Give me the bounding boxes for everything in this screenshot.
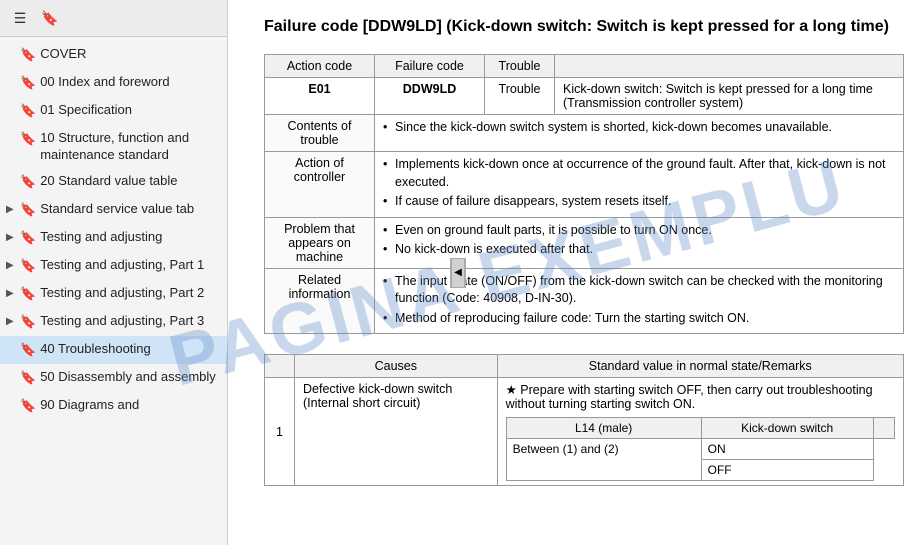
bookmark-icon-6: 🔖 <box>20 229 36 247</box>
bullet-item: If cause of failure disappears, system r… <box>383 193 895 211</box>
info-row-label-3: Related information <box>265 268 375 334</box>
page-title: Failure code [DDW9LD] (Kick-down switch:… <box>264 16 904 38</box>
bullet-item: No kick-down is executed after that. <box>383 241 895 259</box>
bookmark-icon-12: 🔖 <box>20 397 36 415</box>
sidebar-item-label-10: 40 Troubleshooting <box>40 341 219 358</box>
expand-arrow-4 <box>6 173 16 175</box>
trouble-label: Trouble <box>485 78 555 115</box>
cause-text-0: Defective kick-down switch (Internal sho… <box>295 378 498 486</box>
col-header-failure-code: Failure code <box>375 55 485 78</box>
sidebar-item-7[interactable]: ▶ 🔖Testing and adjusting, Part 1 <box>0 252 227 280</box>
prepare-note: ★ Prepare with starting switch OFF, then… <box>506 382 895 411</box>
info-row-label-0: Contents of trouble <box>265 115 375 152</box>
bookmark-icon-1: 🔖 <box>20 74 36 92</box>
sidebar-toolbar: ☰ 🔖 <box>0 0 227 37</box>
sidebar-item-10[interactable]: 🔖40 Troubleshooting <box>0 336 227 364</box>
sidebar-item-label-8: Testing and adjusting, Part 2 <box>40 285 219 302</box>
expand-arrow-8: ▶ <box>6 285 16 300</box>
sidebar-item-9[interactable]: ▶ 🔖Testing and adjusting, Part 3 <box>0 308 227 336</box>
sidebar-item-2[interactable]: 🔖01 Specification <box>0 97 227 125</box>
col-header-desc <box>555 55 904 78</box>
sidebar: ☰ 🔖 🔖COVER 🔖00 Index and foreword 🔖01 Sp… <box>0 0 228 545</box>
expand-arrow-1 <box>6 74 16 76</box>
info-row-desc-0: Since the kick-down switch system is sho… <box>375 115 904 152</box>
bullet-item: Even on ground fault parts, it is possib… <box>383 222 895 240</box>
bookmark-icon-11: 🔖 <box>20 369 36 387</box>
expand-arrow-0 <box>6 46 16 48</box>
inner-table-header: L14 (male) <box>506 418 701 439</box>
bookmark-icon-2: 🔖 <box>20 102 36 120</box>
bookmark-icon-10: 🔖 <box>20 341 36 359</box>
sidebar-item-label-11: 50 Disassembly and assembly <box>40 369 219 386</box>
expand-arrow-6: ▶ <box>6 229 16 244</box>
bookmark-icon-3: 🔖 <box>20 130 36 148</box>
sidebar-item-4[interactable]: 🔖20 Standard value table <box>0 168 227 196</box>
sidebar-item-label-4: 20 Standard value table <box>40 173 219 190</box>
cause-details-0: ★ Prepare with starting switch OFF, then… <box>497 378 903 486</box>
expand-arrow-3 <box>6 130 16 132</box>
causes-num-header <box>265 355 295 378</box>
failure-code-value: DDW9LD <box>375 78 485 115</box>
causes-table: Causes Standard value in normal state/Re… <box>264 354 904 486</box>
standard-value-header: Standard value in normal state/Remarks <box>497 355 903 378</box>
sidebar-item-label-2: 01 Specification <box>40 102 219 119</box>
bullet-item: Method of reproducing failure code: Turn… <box>383 310 895 328</box>
bookmark-icon-9: 🔖 <box>20 313 36 331</box>
bookmark-icon-8: 🔖 <box>20 285 36 303</box>
sidebar-item-label-7: Testing and adjusting, Part 1 <box>40 257 219 274</box>
expand-arrow-10 <box>6 341 16 343</box>
expand-arrow-11 <box>6 369 16 371</box>
main-content: Failure code [DDW9LD] (Kick-down switch:… <box>244 0 924 545</box>
expand-arrow-12 <box>6 397 16 399</box>
sidebar-item-label-9: Testing and adjusting, Part 3 <box>40 313 219 330</box>
sidebar-item-label-12: 90 Diagrams and <box>40 397 219 414</box>
bookmark-icon-5: 🔖 <box>20 201 36 219</box>
sidebar-item-label-0: COVER <box>40 46 219 63</box>
info-row-desc-1: Implements kick-down once at occurrence … <box>375 152 904 218</box>
causes-header: Causes <box>295 355 498 378</box>
sidebar-item-5[interactable]: ▶ 🔖Standard service value tab <box>0 196 227 224</box>
bookmark-icon-0: 🔖 <box>20 46 36 64</box>
sidebar-list: 🔖COVER 🔖00 Index and foreword 🔖01 Specif… <box>0 37 227 545</box>
info-row-label-2: Problem that appears on machine <box>265 217 375 268</box>
sidebar-item-12[interactable]: 🔖90 Diagrams and <box>0 392 227 420</box>
action-code-value: E01 <box>265 78 375 115</box>
expand-arrow-2 <box>6 102 16 104</box>
bullet-item: Since the kick-down switch system is sho… <box>383 119 895 137</box>
inner-table-header: Kick-down switch <box>701 418 873 439</box>
sidebar-item-3[interactable]: 🔖10 Structure, function and maintenance … <box>0 125 227 169</box>
bookmark-icon-4: 🔖 <box>20 173 36 191</box>
sidebar-item-label-5: Standard service value tab <box>40 201 219 218</box>
expand-arrow-9: ▶ <box>6 313 16 328</box>
bullet-item: Implements kick-down once at occurrence … <box>383 156 895 191</box>
menu-icon[interactable]: ☰ <box>8 6 32 30</box>
sidebar-collapse-button[interactable]: ◀ <box>451 258 465 288</box>
inner-table-header <box>873 418 894 439</box>
expand-arrow-5: ▶ <box>6 201 16 216</box>
sidebar-item-0[interactable]: 🔖COVER <box>0 41 227 69</box>
sidebar-item-1[interactable]: 🔖00 Index and foreword <box>0 69 227 97</box>
sidebar-item-11[interactable]: 🔖50 Disassembly and assembly <box>0 364 227 392</box>
expand-arrow-7: ▶ <box>6 257 16 272</box>
on-value: ON <box>701 439 873 460</box>
condition-cell: Between (1) and (2) <box>506 439 701 481</box>
sidebar-item-8[interactable]: ▶ 🔖Testing and adjusting, Part 2 <box>0 280 227 308</box>
col-header-action-code: Action code <box>265 55 375 78</box>
sidebar-item-label-3: 10 Structure, function and maintenance s… <box>40 130 219 164</box>
sidebar-item-label-1: 00 Index and foreword <box>40 74 219 91</box>
info-table: Action code Failure code Trouble E01 DDW… <box>264 54 904 334</box>
cause-number-0: 1 <box>265 378 295 486</box>
bookmark-icon-7: 🔖 <box>20 257 36 275</box>
info-row-label-1: Action of controller <box>265 152 375 218</box>
bookmark-toolbar-icon[interactable]: 🔖 <box>38 6 62 30</box>
trouble-desc: Kick-down switch: Switch is kept pressed… <box>555 78 904 115</box>
col-header-trouble: Trouble <box>485 55 555 78</box>
sidebar-item-label-6: Testing and adjusting <box>40 229 219 246</box>
off-value: OFF <box>701 460 873 481</box>
sidebar-item-6[interactable]: ▶ 🔖Testing and adjusting <box>0 224 227 252</box>
